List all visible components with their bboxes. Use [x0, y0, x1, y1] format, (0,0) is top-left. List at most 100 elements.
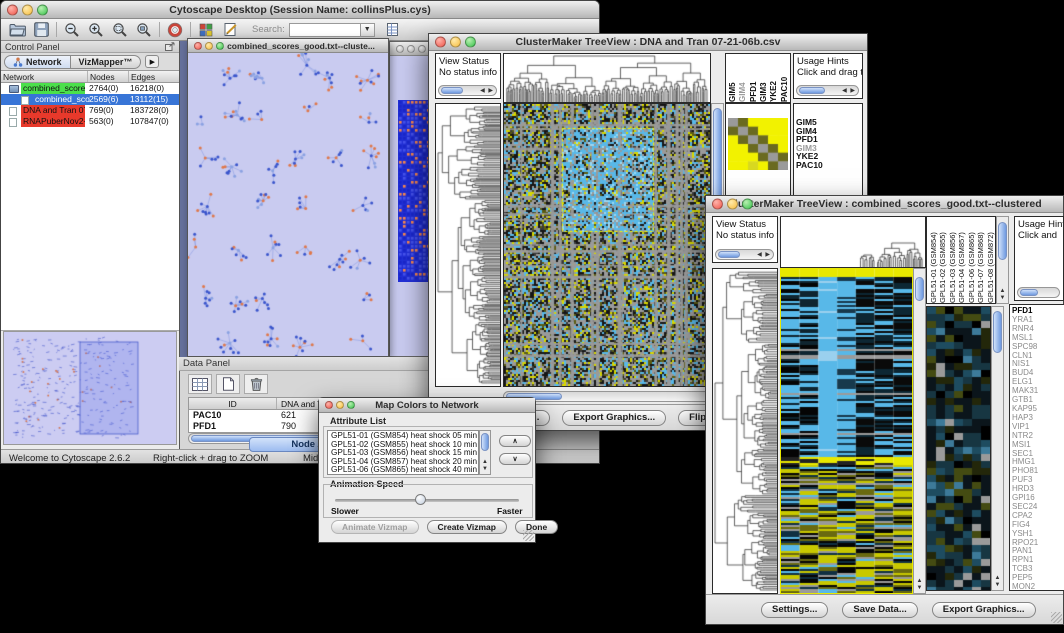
- column-label[interactable]: GPL51-01 (GSM854): [929, 217, 938, 303]
- resize-grip[interactable]: [523, 530, 534, 541]
- scroll-arrows-icon[interactable]: ▲▼: [914, 578, 925, 592]
- tv2-status-hscrollbar[interactable]: ◀ ▶: [715, 249, 774, 260]
- zoom-selected-button[interactable]: [108, 20, 132, 40]
- zoom-heatmap-canvas[interactable]: [927, 307, 990, 590]
- animate-vizmap-button[interactable]: Animate Vizmap: [331, 520, 419, 534]
- scroll-arrows-icon[interactable]: ◀ ▶: [842, 88, 856, 95]
- attribute-listbox[interactable]: GPL51-01 (GSM854) heat shock 05 minGPL51…: [327, 430, 479, 475]
- close-icon[interactable]: [712, 199, 723, 210]
- move-down-button[interactable]: ∨: [499, 453, 531, 465]
- network-view-canvas[interactable]: [188, 53, 388, 356]
- row-dendrogram-canvas[interactable]: [713, 269, 777, 593]
- zoom-window-icon[interactable]: [216, 42, 224, 50]
- save-session-button[interactable]: [29, 20, 53, 40]
- column-label[interactable]: GPL51-03 (GSM856): [948, 217, 957, 303]
- import-table-button[interactable]: [381, 20, 405, 40]
- open-session-button[interactable]: [5, 20, 29, 40]
- zoom-window-icon[interactable]: [418, 45, 426, 53]
- heatmap-canvas[interactable]: [781, 269, 912, 593]
- zoom-out-button[interactable]: [60, 20, 84, 40]
- treeview-button[interactable]: Settings...: [761, 602, 828, 618]
- new-attribute-button[interactable]: [216, 374, 240, 394]
- zoom-window-icon[interactable]: [347, 401, 355, 409]
- column-dendrogram-canvas[interactable]: [781, 217, 925, 267]
- tv2-column-labels[interactable]: GPL51-01 (GSM854)GPL51-02 (GSM855)GPL51-…: [926, 216, 996, 304]
- network-row[interactable]: combined_sco2569(6)13112(15): [1, 94, 179, 105]
- scrollbar-thumb[interactable]: [718, 251, 740, 258]
- float-panel-icon[interactable]: [165, 42, 175, 51]
- column-label[interactable]: GPL51-08 (GSM872): [986, 217, 995, 303]
- column-dendrogram-canvas[interactable]: [504, 54, 710, 102]
- close-icon[interactable]: [325, 401, 333, 409]
- attribute-list-vscrollbar[interactable]: ▲▼: [479, 430, 491, 475]
- tv2-gene-list[interactable]: PFD1YRA1RNR4MSL1SPC98CLN1NIS1BUD4ELG1MAK…: [1009, 304, 1064, 591]
- frame1-titlebar[interactable]: combined_scores_good.txt--cluste...: [188, 39, 388, 53]
- dialog-titlebar[interactable]: Map Colors to Network: [319, 398, 535, 413]
- id-column-header[interactable]: ID: [189, 398, 277, 409]
- scrollbar-thumb[interactable]: [915, 277, 924, 301]
- scroll-arrows-icon[interactable]: ▲▼: [992, 575, 1003, 589]
- tv2-heatmap-vscrollbar[interactable]: ▲▼: [913, 268, 926, 594]
- tv2-hints-hscrollbar[interactable]: [1017, 287, 1060, 298]
- column-label[interactable]: GPL51-06 (GSM865): [967, 217, 976, 303]
- tv2-zoom-vscrollbar[interactable]: ▲▼: [991, 306, 1004, 591]
- row-dendrogram-canvas[interactable]: [436, 104, 500, 386]
- tab-overflow-button[interactable]: ▶: [145, 55, 159, 68]
- network-grid-canvas[interactable]: [398, 100, 432, 282]
- scrollbar-thumb[interactable]: [799, 87, 825, 94]
- minimize-icon[interactable]: [407, 45, 415, 53]
- zoom-matrix-canvas[interactable]: [728, 118, 788, 170]
- column-label[interactable]: PFD1: [749, 54, 759, 102]
- zoom-window-icon[interactable]: [465, 37, 476, 48]
- create-vizmap-button[interactable]: Create Vizmap: [427, 520, 507, 534]
- zoom-window-icon[interactable]: [742, 199, 753, 210]
- tv2-labels-vscrollbar[interactable]: ▲▼: [996, 216, 1009, 304]
- scrollbar-thumb[interactable]: [993, 311, 1002, 353]
- tab-network[interactable]: Network: [4, 55, 71, 69]
- network-row[interactable]: combined_scores2764(0)16218(0): [1, 83, 179, 94]
- treeview-button[interactable]: Export Graphics...: [932, 602, 1036, 618]
- treeview-button[interactable]: Export Graphics...: [562, 410, 666, 426]
- treeview-button[interactable]: Save Data...: [842, 602, 917, 618]
- column-label[interactable]: GPL51-04 (GSM857): [957, 217, 966, 303]
- network-overview-canvas[interactable]: [4, 332, 176, 444]
- done-button[interactable]: Done: [515, 520, 558, 534]
- close-icon[interactable]: [194, 42, 202, 50]
- network-row[interactable]: RNAPuberNov2+|563(0)107847(0): [1, 116, 179, 127]
- zoom-in-button[interactable]: [84, 20, 108, 40]
- minimize-icon[interactable]: [336, 401, 344, 409]
- minimize-icon[interactable]: [205, 42, 213, 50]
- tv1-status-hscrollbar[interactable]: ◀ ▶: [438, 85, 497, 96]
- column-label[interactable]: GIM3: [759, 54, 769, 102]
- tv1-column-labels[interactable]: GIM5GIM4PFD1GIM3YKE2PAC10: [725, 53, 791, 103]
- search-dropdown-button[interactable]: ▼: [361, 23, 375, 37]
- close-icon[interactable]: [7, 4, 18, 15]
- zoom-fit-button[interactable]: [132, 20, 156, 40]
- resize-grip[interactable]: [1051, 612, 1062, 623]
- scroll-arrows-icon[interactable]: ◀ ▶: [480, 88, 494, 95]
- scrollbar-thumb[interactable]: [481, 433, 489, 451]
- column-label[interactable]: GPL51-02 (GSM855): [938, 217, 947, 303]
- scroll-arrows-icon[interactable]: ▲▼: [997, 288, 1008, 302]
- scroll-arrows-icon[interactable]: ◀ ▶: [757, 252, 771, 259]
- treeview2-titlebar[interactable]: ClusterMaker TreeView : combined_scores_…: [706, 196, 1063, 213]
- close-icon[interactable]: [435, 37, 446, 48]
- scrollbar-thumb[interactable]: [1020, 289, 1038, 296]
- tv1-hints-hscrollbar[interactable]: ◀ ▶: [796, 85, 859, 96]
- minimize-icon[interactable]: [22, 4, 33, 15]
- col-edges[interactable]: Edges: [129, 71, 179, 82]
- column-label[interactable]: PAC10: [780, 54, 790, 102]
- column-label[interactable]: GPL51-07 (GSM868): [976, 217, 985, 303]
- zoom-window-icon[interactable]: [37, 4, 48, 15]
- vizmapper-button[interactable]: [194, 20, 218, 40]
- network-row[interactable]: DNA and Tran 07769(0)183728(0): [1, 105, 179, 116]
- scroll-arrows-icon[interactable]: ▲▼: [480, 459, 490, 473]
- speed-slider-track[interactable]: [335, 499, 519, 502]
- close-icon[interactable]: [396, 45, 404, 53]
- minimize-icon[interactable]: [727, 199, 738, 210]
- gene-label[interactable]: MON2: [1010, 583, 1064, 591]
- col-network[interactable]: Network: [1, 71, 88, 82]
- tab-vizmapper[interactable]: VizMapper™: [71, 55, 142, 69]
- scrollbar-thumb[interactable]: [998, 222, 1007, 260]
- col-nodes[interactable]: Nodes: [88, 71, 129, 82]
